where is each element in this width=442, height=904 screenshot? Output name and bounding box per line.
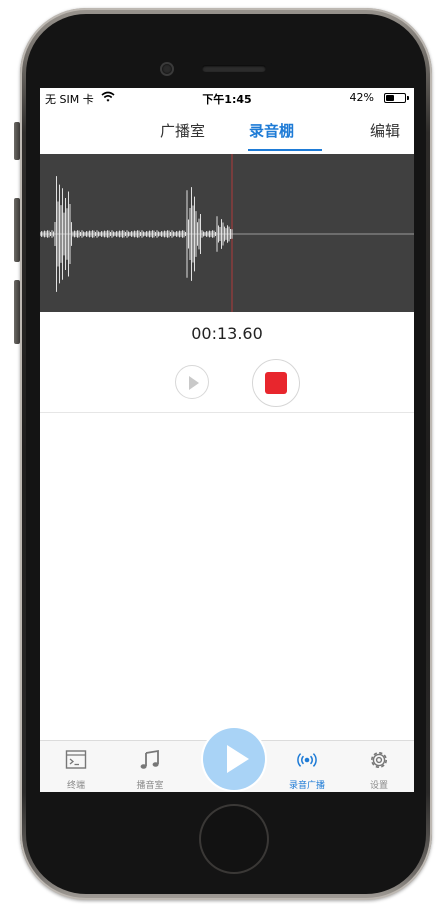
battery-icon <box>384 93 409 103</box>
stop-record-button[interactable] <box>252 359 300 407</box>
front-camera <box>162 64 172 74</box>
waveform-bars <box>40 176 233 292</box>
elapsed-time: 00:13.60 <box>191 324 263 343</box>
battery-percent: 42% <box>349 91 374 104</box>
center-play-button[interactable] <box>203 728 265 790</box>
play-icon <box>189 376 199 390</box>
waveform-view <box>40 154 414 312</box>
tab-label: 设置 <box>369 781 388 791</box>
waveform-graph <box>40 154 414 312</box>
tab-terminal[interactable]: 终端 <box>41 741 111 792</box>
tab-recording-studio[interactable]: 录音棚 <box>249 120 294 141</box>
playback-button[interactable] <box>175 365 209 399</box>
nav-bar: 广播室 录音棚 编辑 <box>40 108 414 154</box>
tab-broadcast-studio[interactable]: 播音室 <box>115 741 185 792</box>
home-button[interactable] <box>201 806 267 872</box>
tab-broadcast-room[interactable]: 广播室 <box>160 120 205 141</box>
status-bar: 无 SIM 卡 下午1:45 42% <box>40 88 414 108</box>
edit-button[interactable]: 编辑 <box>370 120 400 141</box>
volume-down-button <box>14 280 20 344</box>
divider <box>40 412 414 413</box>
gear-icon <box>371 752 387 768</box>
play-icon <box>227 745 249 773</box>
terminal-icon <box>65 750 87 769</box>
tab-label: 终端 <box>66 781 85 791</box>
screen: 无 SIM 卡 下午1:45 42% 广播室 录音棚 编辑 00:13.60 终… <box>40 88 414 792</box>
active-tab-indicator <box>248 149 322 151</box>
stop-icon <box>265 372 287 394</box>
music-note-icon <box>140 749 159 769</box>
broadcast-icon <box>297 753 317 767</box>
volume-up-button <box>14 198 20 262</box>
tab-label: 播音室 <box>136 781 164 791</box>
tab-label: 录音广播 <box>288 781 325 791</box>
mute-switch <box>14 122 20 160</box>
tab-settings[interactable]: 设置 <box>344 741 414 792</box>
earpiece-speaker <box>202 65 266 72</box>
tab-record-broadcast[interactable]: 录音广播 <box>272 741 342 792</box>
